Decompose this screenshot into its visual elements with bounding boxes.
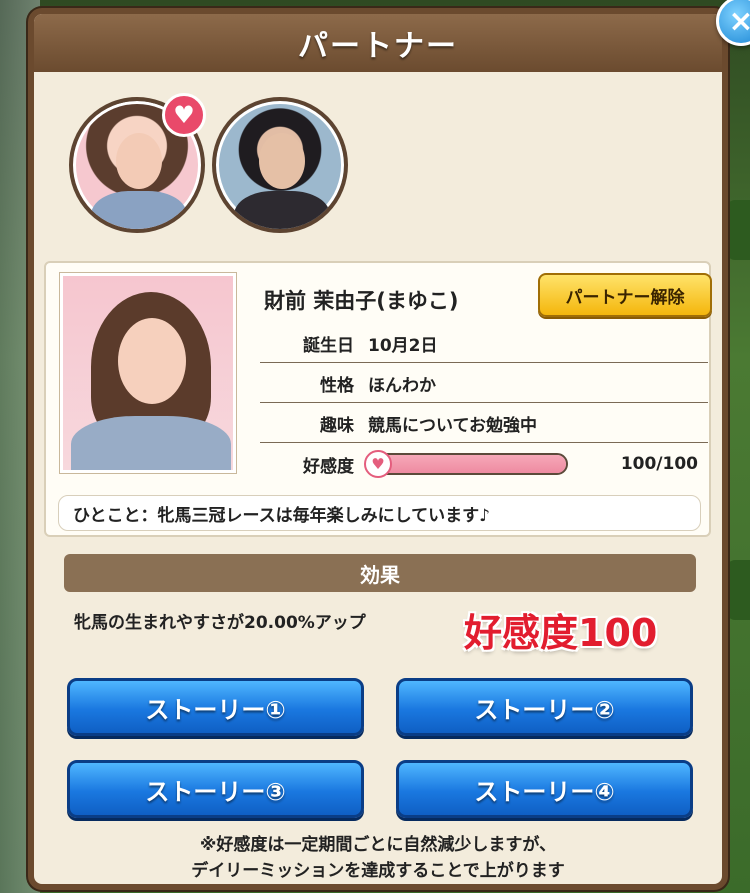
- story-2-button[interactable]: ストーリー②: [396, 678, 693, 736]
- avatar-body: [234, 191, 330, 229]
- avatar-face: [116, 133, 162, 189]
- profile-row-affection: 好感度 ♥ 100/100: [260, 445, 708, 483]
- dialog-title: パートナー: [298, 29, 458, 64]
- effect-header: 効果: [64, 554, 696, 592]
- birthday-value: 10月2日: [368, 336, 438, 356]
- personality-label: 性格: [320, 376, 354, 396]
- heart-icon: ♥: [364, 450, 392, 478]
- heart-icon: ♥: [162, 93, 206, 137]
- profile-row-birthday: 誕生日 10月2日: [260, 325, 708, 363]
- note-line-1: ※好感度は一定期間ごとに自然減少しますが、: [199, 835, 557, 855]
- avatar-body: [91, 191, 187, 229]
- affection-level-badge: 好感度100: [464, 611, 658, 655]
- character-portrait: [60, 273, 236, 473]
- profile-card: 財前 茉由子(まゆこ) パートナー解除 誕生日 10月2日 性格 ほんわか 趣味…: [44, 261, 712, 537]
- affection-fill: [370, 455, 566, 473]
- story-3-button[interactable]: ストーリー③: [67, 760, 364, 818]
- partner-dialog: パートナー ♥ 財前 茉由子(まゆこ) パートナー解除 誕生日 10月2日 性格…: [28, 0, 750, 890]
- hobby-label: 趣味: [320, 416, 354, 436]
- profile-row-personality: 性格 ほんわか: [260, 365, 708, 403]
- release-partner-button[interactable]: パートナー解除: [538, 273, 712, 317]
- partner-avatar-2[interactable]: [212, 97, 348, 233]
- affection-label: 好感度: [303, 456, 354, 477]
- affection-note: ※好感度は一定期間ごとに自然減少しますが、 デイリーミッションを達成することで上…: [34, 832, 722, 884]
- note-line-2: デイリーミッションを達成することで上がります: [191, 861, 565, 881]
- hobby-value: 競馬についてお勉強中: [368, 416, 537, 436]
- character-name: 財前 茉由子(まゆこ): [264, 289, 459, 313]
- avatar-face: [259, 133, 305, 189]
- effect-text: 牝馬の生まれやすさが20.00%アップ: [74, 613, 366, 633]
- story-1-button[interactable]: ストーリー①: [67, 678, 364, 736]
- birthday-label: 誕生日: [303, 336, 354, 356]
- affection-bar: ♥: [364, 450, 568, 478]
- character-comment: ひとこと：牝馬三冠レースは毎年楽しみにしています♪: [58, 495, 701, 531]
- affection-value: 100/100: [620, 454, 698, 474]
- personality-value: ほんわか: [368, 376, 436, 396]
- story-4-button[interactable]: ストーリー④: [396, 760, 693, 818]
- profile-row-hobby: 趣味 競馬についてお勉強中: [260, 405, 708, 443]
- dialog-title-bar: パートナー: [34, 14, 722, 72]
